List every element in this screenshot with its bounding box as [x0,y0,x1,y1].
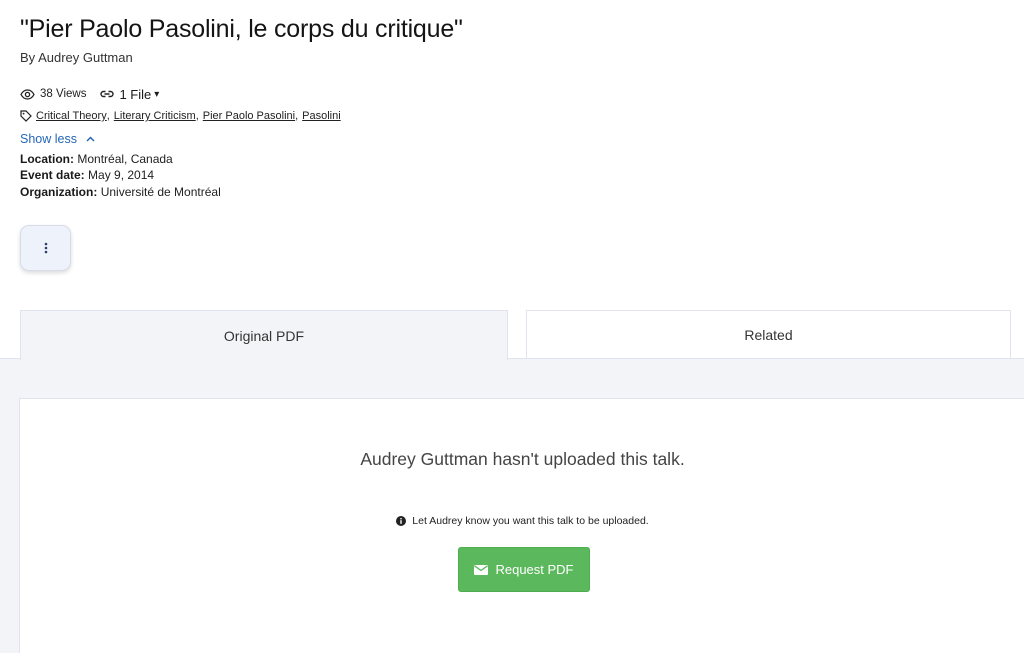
author-byline: By Audrey Guttman [20,50,133,65]
kebab-icon [44,242,47,254]
tag-link[interactable]: Literary Criticism [114,110,196,122]
envelope-icon [474,564,489,575]
show-less-toggle[interactable]: Show less [20,132,1000,146]
files-label: 1 File [119,86,152,102]
request-pdf-button[interactable]: Request PDF [458,547,590,592]
organization-value: Université de Montréal [100,184,221,199]
link-icon [100,90,115,98]
caret-down-icon: ▾ [154,88,160,100]
upload-request-text: Let Audrey know you want this talk to be… [412,515,649,527]
show-less-label: Show less [20,132,77,146]
stats-row: 38 Views 1 File ▾ [20,86,1000,102]
event-details: Location: Montréal, Canada Event date: M… [20,151,1000,200]
request-pdf-label: Request PDF [495,562,574,577]
tag-link[interactable]: Pier Paolo Pasolini [203,110,295,122]
info-icon [396,516,407,526]
organization-row: Organization: Université de Montréal [20,184,221,199]
not-uploaded-message: Audrey Guttman hasn't uploaded this talk… [360,449,685,469]
eye-icon [20,88,35,100]
event-date-value: May 9, 2014 [88,168,155,183]
files-dropdown[interactable]: 1 File ▾ [100,87,159,102]
views-count: 38 Views [20,88,86,100]
tag-link[interactable]: Critical Theory [36,110,107,122]
views-label: 38 Views [40,88,87,100]
location-value: Montréal, Canada [77,152,173,166]
talk-header: "Pier Paolo Pasolini, le corps du critiq… [20,14,1000,200]
more-options-button[interactable] [20,225,71,271]
upload-request-hint: Let Audrey know you want this talk to be… [20,515,1024,527]
page-title: "Pier Paolo Pasolini, le corps du critiq… [20,15,463,43]
chevron-up-icon [86,136,95,142]
location-row: Location: Montréal, Canada [20,152,173,166]
tag-icon [20,110,32,122]
event-date-row: Event date: May 9, 2014 [20,168,155,183]
tab-original-pdf[interactable]: Original PDF [20,310,508,360]
tags-list: Critical Theory, Literary Criticism, Pie… [20,109,1000,123]
tab-related[interactable]: Related [526,310,1011,359]
pdf-panel: Audrey Guttman hasn't uploaded this talk… [19,398,1024,653]
tag-link[interactable]: Pasolini [302,110,341,122]
